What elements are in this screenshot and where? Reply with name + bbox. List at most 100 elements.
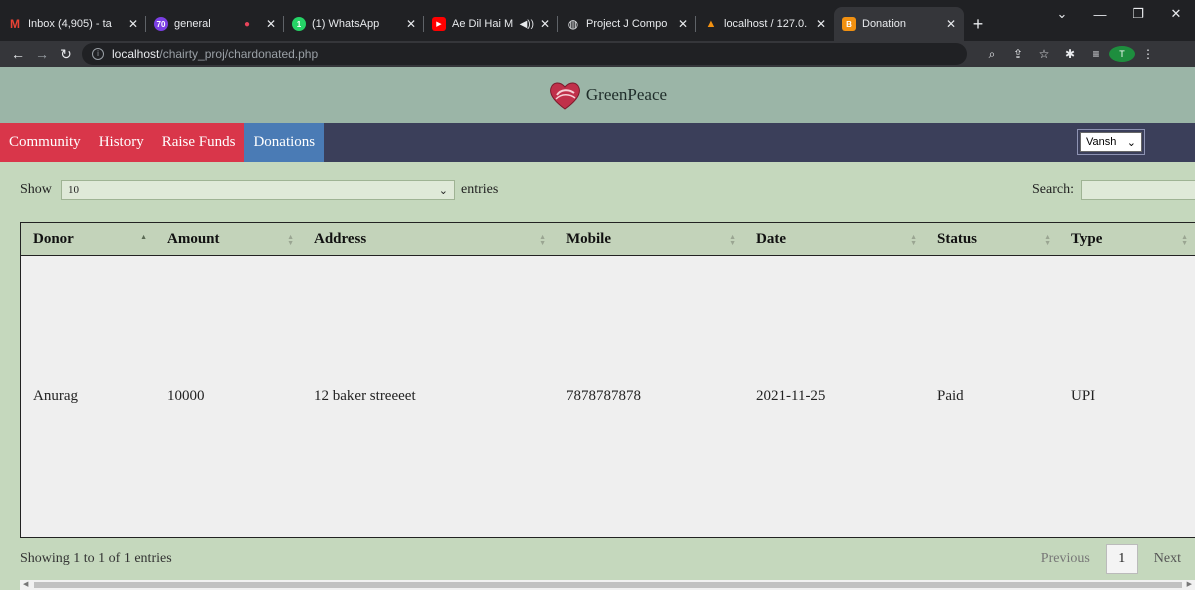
back-arrow-icon[interactable]: ← [6, 46, 30, 62]
menu-item-donations[interactable]: Donations [244, 123, 325, 162]
column-header-status[interactable]: Status ▲ ▼ [925, 223, 1059, 256]
search-input[interactable] [1081, 180, 1195, 200]
tab-pinned[interactable]: ● ✕ [232, 7, 284, 41]
column-header-donor[interactable]: Donor ▲ [21, 223, 155, 256]
cell-date: 2021-11-25 [756, 388, 826, 404]
sort-icon: ▲ ▼ [1044, 233, 1051, 247]
table-row: Anurag 10000 12 baker streeeet 787878787… [21, 256, 1195, 537]
restore-button[interactable]: ❐ [1119, 6, 1157, 22]
youtube-icon: ▶ [432, 17, 446, 31]
tab-search-icon[interactable]: ⌄ [1043, 6, 1081, 22]
cell-donor: Anurag [33, 388, 78, 404]
tab-project[interactable]: ◍ Project J Compo ✕ [558, 7, 696, 41]
more-menu-icon[interactable]: ⋮ [1135, 47, 1161, 61]
user-select[interactable]: Vansh ⌄ [1077, 129, 1145, 155]
record-icon: ● [243, 18, 251, 30]
table-controls: Show 10 ⌄ entries Search: [20, 180, 1195, 202]
tab-youtube[interactable]: ▶ Ae Dil Hai M ◀)) ✕ [424, 7, 558, 41]
menu-item-raise-funds[interactable]: Raise Funds [153, 123, 245, 162]
chevron-down-icon: ⌄ [438, 184, 448, 197]
scrollbar-thumb[interactable] [34, 582, 1182, 588]
brand-name: GreenPeace [585, 85, 668, 104]
entries-length-select[interactable]: 10 ⌄ [61, 180, 455, 200]
menu-item-community[interactable]: Community [0, 123, 90, 162]
tab-whatsapp[interactable]: 1 (1) WhatsApp ✕ [284, 7, 424, 41]
phpmyadmin-icon: ▲ [705, 18, 717, 30]
column-header-date[interactable]: Date ▲ ▼ [744, 223, 925, 256]
show-label: Show [20, 182, 52, 197]
cell-status: Paid [937, 388, 964, 404]
close-icon[interactable]: ✕ [816, 17, 826, 31]
close-window-button[interactable]: ✕ [1157, 6, 1195, 22]
close-icon[interactable]: ✕ [946, 17, 956, 31]
browser-toolbar: ← → ↻ i localhost/chairty_proj/chardonat… [0, 41, 1195, 67]
heart-logo-icon [549, 82, 580, 110]
new-tab-button[interactable]: + [964, 7, 992, 41]
close-icon[interactable]: ✕ [406, 17, 416, 31]
site-header: GreenPeace [0, 67, 1195, 123]
close-icon[interactable]: ✕ [128, 17, 138, 31]
sort-icon: ▲ ▼ [539, 233, 546, 247]
next-button[interactable]: Next [1154, 551, 1181, 567]
menu-group: Community History Raise Funds [0, 123, 245, 162]
star-icon[interactable]: ☆ [1031, 47, 1057, 61]
whatsapp-icon: 1 [292, 17, 306, 31]
page-button[interactable]: 1 [1105, 544, 1138, 574]
extensions-icon[interactable]: ✱ [1057, 47, 1083, 61]
zoom-icon[interactable]: ⌕ [979, 47, 1005, 62]
address-bar[interactable]: i localhost/chairty_proj/chardonated.php [82, 43, 967, 65]
entries-label: entries [461, 182, 499, 197]
reload-icon[interactable]: ↻ [54, 46, 78, 63]
horizontal-scrollbar[interactable]: ◀ ▶ [20, 580, 1195, 590]
sort-asc-icon: ▲ [140, 233, 147, 241]
tab-gmail[interactable]: M Inbox (4,905) - ta ✕ [0, 7, 146, 41]
pagination: Previous 1 Next [1041, 544, 1195, 574]
brand[interactable]: GreenPeace [548, 79, 667, 111]
globe-icon: ◍ [567, 17, 579, 31]
previous-button[interactable]: Previous [1041, 551, 1090, 567]
table-info: Showing 1 to 1 of 1 entries [20, 551, 172, 566]
window-controls: ⌄ — ❐ ✕ [1043, 0, 1195, 28]
close-icon[interactable]: ✕ [678, 17, 688, 31]
gmail-icon: M [10, 17, 20, 31]
chevron-down-icon: ⌄ [1126, 136, 1136, 149]
sort-icon: ▲ ▼ [729, 233, 736, 247]
column-header-type[interactable]: Type ▲ ▼ [1059, 223, 1195, 256]
browser-tab-strip: M Inbox (4,905) - ta ✕ 70 general ● ✕ 1 … [0, 0, 1195, 41]
url-host: localhost [112, 47, 160, 61]
close-icon[interactable]: ✕ [540, 17, 550, 31]
entries-length-value: 10 [68, 184, 79, 196]
profile-avatar[interactable]: T [1109, 46, 1135, 62]
column-header-address[interactable]: Address ▲ ▼ [302, 223, 554, 256]
sort-icon: ▲ ▼ [1181, 233, 1188, 247]
sort-icon: ▲ ▼ [910, 233, 917, 247]
donations-table: Donor ▲ Amount ▲ ▼ Address ▲ ▼ Mobile ▲ ▼ D… [20, 222, 1195, 538]
column-header-mobile[interactable]: Mobile ▲ ▼ [554, 223, 744, 256]
tab-general[interactable]: 70 general [146, 7, 232, 41]
url-path: /chairty_proj/chardonated.php [159, 47, 319, 61]
tab-donation[interactable]: B Donation ✕ [834, 7, 964, 41]
speaker-icon[interactable]: ◀)) [520, 19, 534, 30]
info-icon[interactable]: i [92, 48, 104, 60]
menu-item-history[interactable]: History [90, 123, 153, 162]
page-favicon-icon: B [842, 17, 856, 31]
column-header-amount[interactable]: Amount ▲ ▼ [155, 223, 302, 256]
cell-amount: 10000 [167, 388, 205, 404]
reading-list-icon[interactable]: ≡ [1083, 47, 1109, 61]
discourse-icon: 70 [154, 17, 168, 31]
user-select-value: Vansh [1086, 136, 1117, 148]
cell-mobile: 7878787878 [566, 388, 641, 404]
scroll-right-icon[interactable]: ▶ [1187, 580, 1192, 588]
share-icon[interactable]: ⇪ [1005, 47, 1031, 61]
main-menu: Community History Raise Funds Donations [0, 123, 1195, 162]
sort-icon: ▲ ▼ [287, 233, 294, 247]
table-header: Donor ▲ Amount ▲ ▼ Address ▲ ▼ Mobile ▲ ▼ D… [21, 222, 1195, 256]
cell-address: 12 baker streeeet [314, 388, 416, 404]
forward-arrow-icon[interactable]: → [30, 46, 54, 62]
minimize-button[interactable]: — [1081, 7, 1119, 22]
scroll-left-icon[interactable]: ◀ [23, 580, 28, 588]
close-icon[interactable]: ✕ [266, 17, 276, 31]
tab-phpmyadmin[interactable]: ▲ localhost / 127.0. ✕ [696, 7, 834, 41]
cell-type: UPI [1071, 388, 1096, 404]
search-label: Search: [1032, 182, 1074, 197]
